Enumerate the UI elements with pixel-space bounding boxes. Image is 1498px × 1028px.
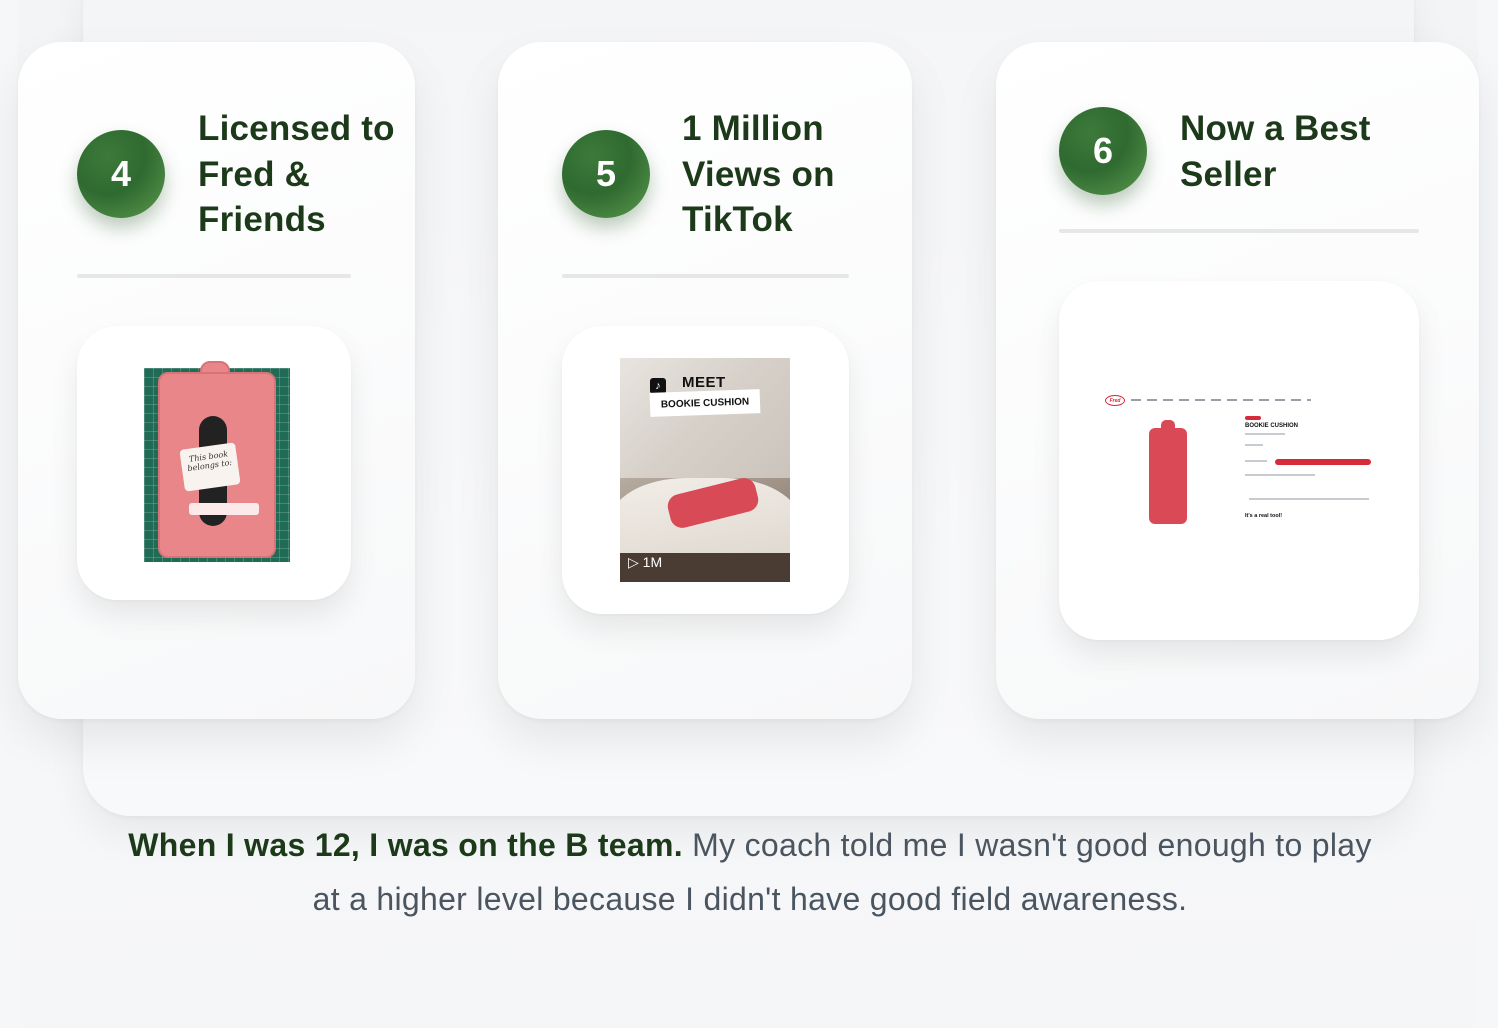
- step-title: 1 Million Views on TikTok: [682, 109, 835, 239]
- quantity-stepper: [1245, 460, 1267, 462]
- tiktok-banner: BOOKIE CUSHION: [649, 389, 761, 417]
- caption-bold: When I was 12, I was on the B team.: [128, 827, 683, 863]
- text-line: [1245, 474, 1315, 476]
- step-number-badge: 4: [77, 130, 165, 218]
- name-label: [189, 503, 259, 515]
- timeline-card-4: 4 Licensed to Fred & Friends This book b…: [18, 42, 415, 719]
- price-line: [1245, 444, 1263, 446]
- step-number-badge: 6: [1059, 107, 1147, 195]
- tiktok-meet-text: MEET: [682, 374, 726, 391]
- prototype-photo: This book belongs to:: [129, 361, 299, 569]
- step-title: Licensed to Fred & Friends: [198, 109, 395, 239]
- product-footer-text: It's a real tool!: [1245, 513, 1283, 519]
- product-title: BOOKIE CUSHION: [1245, 423, 1299, 429]
- view-count: ▷ 1M: [628, 554, 662, 571]
- nav-bar: [1131, 399, 1311, 401]
- step-title: Now a Best Seller: [1180, 109, 1371, 194]
- step-number-badge: 5: [562, 130, 650, 218]
- text-line: [1245, 433, 1285, 435]
- timeline-card-6: 6 Now a Best Seller Fred BOOKIE CUSHION …: [996, 42, 1479, 719]
- divider: [1059, 229, 1419, 233]
- prototype-image-tile[interactable]: This book belongs to:: [77, 326, 351, 600]
- view-count-value: 1M: [642, 554, 663, 570]
- feature-icons: [1249, 498, 1369, 500]
- story-caption: When I was 12, I was on the B team. My c…: [120, 818, 1380, 926]
- page: 4 Licensed to Fred & Friends This book b…: [0, 0, 1498, 1028]
- divider: [77, 274, 351, 278]
- product-page-screenshot: Fred BOOKIE CUSHION It's a real tool!: [1089, 386, 1389, 526]
- divider: [562, 274, 849, 278]
- tiktok-thumbnail: ♪ MEET BOOKIE CUSHION ▷ 1M: [620, 358, 790, 582]
- book-illustration: This book belongs to:: [179, 442, 241, 492]
- fred-logo: Fred: [1105, 395, 1125, 406]
- product-image: [1149, 428, 1187, 524]
- product-page-image-tile[interactable]: Fred BOOKIE CUSHION It's a real tool!: [1059, 281, 1419, 640]
- play-icon: ▷: [628, 554, 643, 570]
- add-to-cart-button: [1275, 459, 1371, 465]
- tiktok-image-tile[interactable]: ♪ MEET BOOKIE CUSHION ▷ 1M: [562, 326, 849, 614]
- timeline-card-5: 5 1 Million Views on TikTok ♪ MEET BOOKI…: [498, 42, 912, 719]
- best-seller-tag: [1245, 416, 1261, 420]
